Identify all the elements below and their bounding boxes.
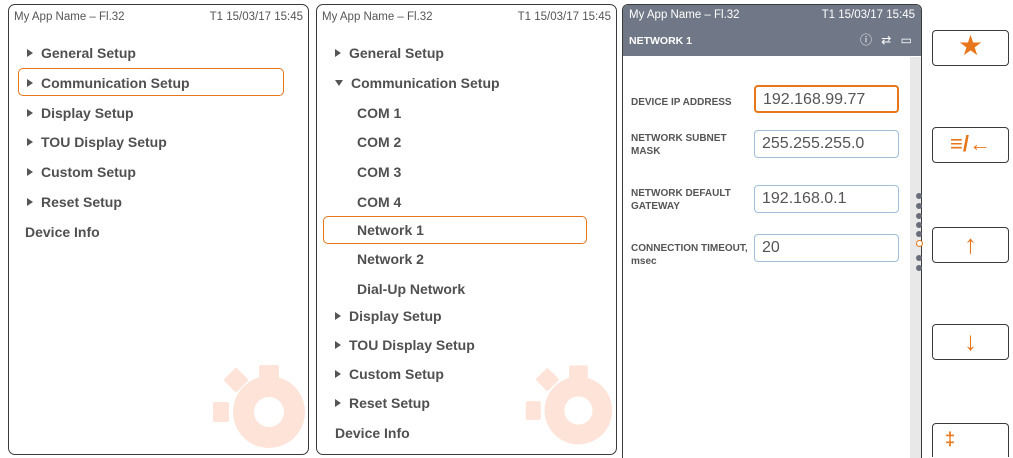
field-label: CONNECTION TIMEOUT, msec [631, 243, 748, 267]
field-label: DEVICE IP ADDRESS [631, 97, 732, 108]
ip-address-field[interactable]: 192.168.99.77 [754, 85, 899, 113]
status-header: My App Name – Fl.32 T1 15/03/17 15:45 [9, 5, 308, 27]
arrow-up-icon: ↑ [964, 229, 977, 259]
timestamp: T1 15/03/17 15:45 [821, 9, 915, 21]
menu-back-button[interactable]: ≡/← [932, 127, 1009, 163]
submenu-item-dialup-network[interactable]: Dial-Up Network [357, 281, 465, 297]
menu-item-reset-setup[interactable]: Reset Setup [335, 395, 430, 411]
expand-arrow-icon [335, 370, 341, 378]
submenu-item-network2[interactable]: Network 2 [357, 251, 424, 267]
down-button[interactable]: ↓ [932, 324, 1009, 360]
app-name: My App Name – Fl.32 [14, 11, 125, 23]
field-label: NETWORK DEFAULT GATEWAY [631, 188, 731, 212]
title-bar: My App Name – Fl.32 T1 15/03/17 15:45 NE… [623, 5, 921, 56]
menu-item-device-info[interactable]: Device Info [335, 425, 410, 441]
page-dot [916, 203, 922, 209]
arrow-down-icon: ↓ [964, 326, 977, 356]
menu-item-tou-display-setup[interactable]: TOU Display Setup [335, 337, 475, 353]
screen-title: NETWORK 1 [629, 35, 692, 47]
submenu-item-com4[interactable]: COM 4 [357, 194, 401, 210]
menu-panel-expanded: My App Name – Fl.32 T1 15/03/17 15:45 Ge… [316, 4, 617, 455]
menu-item-tou-display-setup[interactable]: TOU Display Setup [27, 134, 167, 150]
gear-watermark-icon [213, 365, 305, 448]
expand-arrow-icon [335, 341, 341, 349]
key-icon: ‡ [945, 429, 956, 449]
expand-arrow-icon [27, 79, 33, 87]
page-dot [916, 231, 922, 237]
expand-arrow-icon [27, 198, 33, 206]
expand-arrow-icon [27, 138, 33, 146]
timestamp: T1 15/03/17 15:45 [209, 11, 303, 23]
menu-item-device-info[interactable]: Device Info [25, 224, 100, 240]
favorite-button[interactable]: ★ [932, 30, 1009, 66]
menu-item-communication-setup[interactable]: Communication Setup [335, 75, 500, 91]
bottom-softkey[interactable]: ‡ [932, 423, 1009, 457]
expand-arrow-icon [335, 399, 341, 407]
expand-arrow-icon [27, 49, 33, 57]
menu-item-reset-setup[interactable]: Reset Setup [27, 194, 122, 210]
menu-item-display-setup[interactable]: Display Setup [27, 105, 134, 121]
submenu-item-com3[interactable]: COM 3 [357, 164, 401, 180]
app-name: My App Name – Fl.32 [629, 9, 740, 21]
submenu-item-network1[interactable]: Network 1 [357, 222, 424, 238]
page-dot [916, 255, 922, 261]
page-dot-current [916, 240, 923, 247]
collapse-arrow-icon [335, 80, 343, 86]
app-name: My App Name – Fl.32 [322, 11, 433, 23]
network-settings-panel: My App Name – Fl.32 T1 15/03/17 15:45 NE… [622, 4, 922, 458]
menu-back-icon: ≡/← [950, 131, 991, 156]
up-button[interactable]: ↑ [932, 227, 1009, 263]
menu-item-general-setup[interactable]: General Setup [335, 45, 444, 61]
subnet-mask-field[interactable]: 255.255.255.0 [754, 130, 899, 158]
field-label: NETWORK SUBNET MASK [631, 133, 727, 157]
page-dot [916, 265, 922, 271]
timestamp: T1 15/03/17 15:45 [517, 11, 611, 23]
menu-item-custom-setup[interactable]: Custom Setup [335, 366, 444, 382]
status-icons: ⓘ ⇄ ▭ [859, 33, 915, 47]
default-gateway-field[interactable]: 192.168.0.1 [754, 185, 899, 213]
menu-panel-collapsed: My App Name – Fl.32 T1 15/03/17 15:45 Ge… [8, 4, 309, 455]
page-dot [916, 222, 922, 228]
expand-arrow-icon [335, 49, 341, 57]
expand-arrow-icon [335, 312, 341, 320]
menu-item-display-setup[interactable]: Display Setup [335, 308, 442, 324]
connection-timeout-field[interactable]: 20 [754, 234, 899, 262]
star-icon: ★ [957, 30, 984, 61]
expand-arrow-icon [27, 109, 33, 117]
page-dot [916, 213, 922, 219]
page-dot [916, 193, 922, 199]
menu-item-custom-setup[interactable]: Custom Setup [27, 164, 136, 180]
menu-item-general-setup[interactable]: General Setup [27, 45, 136, 61]
status-header: My App Name – Fl.32 T1 15/03/17 15:45 [317, 5, 616, 27]
menu-item-communication-setup[interactable]: Communication Setup [27, 75, 190, 91]
submenu-item-com1[interactable]: COM 1 [357, 105, 401, 121]
gear-watermark-icon [525, 365, 613, 445]
expand-arrow-icon [27, 168, 33, 176]
submenu-item-com2[interactable]: COM 2 [357, 134, 401, 150]
